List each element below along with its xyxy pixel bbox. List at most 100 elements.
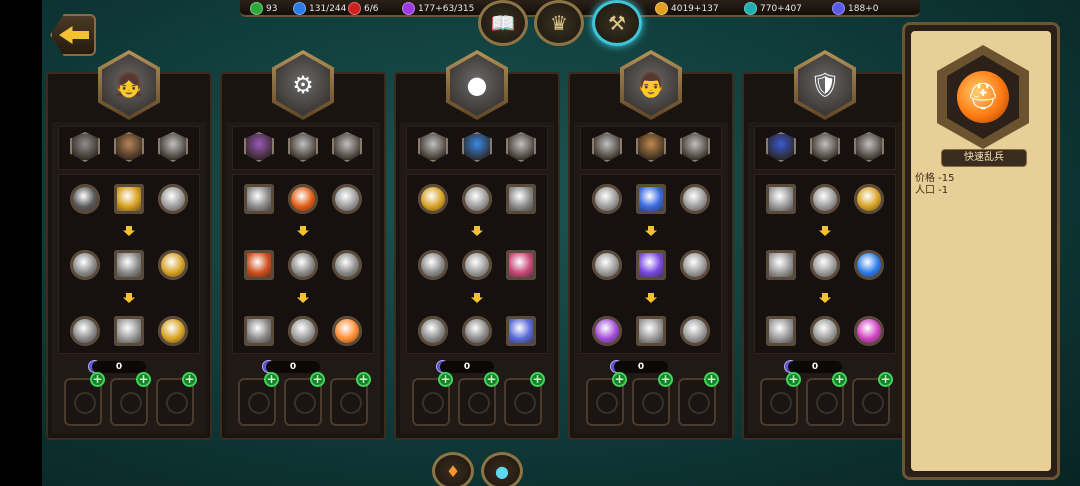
add-slot-plus-icon[interactable]: +	[356, 372, 371, 387]
hero-portrait[interactable]: 👨	[620, 50, 682, 120]
skill-icon[interactable]	[680, 184, 710, 214]
skill-icon[interactable]	[288, 316, 318, 346]
skill-icon[interactable]	[854, 184, 884, 214]
unit-emblem: ⛑	[937, 45, 1029, 149]
skill-icon[interactable]	[854, 316, 884, 346]
add-slot-plus-icon[interactable]: +	[310, 372, 325, 387]
resource-population-value: 131/244	[309, 3, 347, 14]
add-slot-plus-icon[interactable]: +	[484, 372, 499, 387]
panel-parchment: ⛑ 快速乱兵 价格 -15 人口 -1	[911, 31, 1051, 471]
add-slot-plus-icon[interactable]: +	[612, 372, 627, 387]
add-slot-plus-icon[interactable]: +	[136, 372, 151, 387]
back-button[interactable]	[50, 14, 96, 56]
skill-icon[interactable]	[244, 250, 274, 280]
bottom-tab-orange[interactable]: ♦	[432, 452, 474, 486]
skill-icon[interactable]	[114, 250, 144, 280]
girl-hero-icon: 👧	[102, 54, 156, 116]
skill-icon[interactable]	[158, 316, 188, 346]
hammer-icon: ⚒	[608, 11, 626, 35]
skill-icon[interactable]	[244, 184, 274, 214]
red-orb-icon	[348, 2, 361, 15]
catapult-hero-icon: ⚙	[276, 54, 330, 116]
resource-purple: 177+63/315	[402, 2, 474, 15]
skill-icon[interactable]	[592, 184, 622, 214]
skill-icon[interactable]	[70, 316, 100, 346]
resource-gold-value: 4019+137	[671, 3, 719, 14]
letterbox	[0, 0, 42, 486]
resource-mana-value: 188+0	[848, 3, 879, 14]
skill-icon[interactable]	[332, 184, 362, 214]
skill-icon[interactable]	[636, 316, 666, 346]
hero-portrait[interactable]: ⚙	[272, 50, 334, 120]
add-slot-plus-icon[interactable]: +	[786, 372, 801, 387]
hero-portrait[interactable]: ●	[446, 50, 508, 120]
resource-red: 6/6	[348, 2, 378, 15]
skill-icon[interactable]	[70, 250, 100, 280]
tab-book[interactable]: 📖	[478, 0, 528, 46]
skill-icon[interactable]	[114, 316, 144, 346]
tab-hammer[interactable]: ⚒	[592, 0, 642, 46]
resource-gems-value: 770+407	[760, 3, 802, 14]
skill-icon[interactable]	[506, 250, 536, 280]
skill-icon[interactable]	[810, 184, 840, 214]
skill-icon[interactable]	[680, 250, 710, 280]
add-slot-plus-icon[interactable]: +	[878, 372, 893, 387]
resource-mana: 188+0	[832, 2, 878, 15]
skill-icon[interactable]	[288, 184, 318, 214]
skill-icon[interactable]	[810, 316, 840, 346]
skill-icon[interactable]	[158, 184, 188, 214]
skill-icon[interactable]	[418, 316, 448, 346]
unit-detail-panel: ⛑ 快速乱兵 价格 -15 人口 -1	[902, 22, 1060, 480]
skill-icon[interactable]	[244, 316, 274, 346]
cannon-hero-icon: ●	[450, 54, 504, 116]
soldier-hero-icon: 👨	[624, 54, 678, 116]
skill-icon[interactable]	[114, 184, 144, 214]
teal-gem-icon	[744, 2, 757, 15]
skill-icon[interactable]	[70, 184, 100, 214]
tab-emblem[interactable]: ♛	[534, 0, 584, 46]
add-slot-plus-icon[interactable]: +	[264, 372, 279, 387]
bottom-tab-blue[interactable]: ●	[481, 452, 523, 486]
add-slot-plus-icon[interactable]: +	[182, 372, 197, 387]
skill-icon[interactable]	[810, 250, 840, 280]
unit-stat-population: 人口 -1	[915, 185, 949, 196]
skill-icon[interactable]	[418, 184, 448, 214]
skill-icon[interactable]	[636, 184, 666, 214]
add-slot-plus-icon[interactable]: +	[530, 372, 545, 387]
skill-icon[interactable]	[462, 316, 492, 346]
helmet-icon: ●	[495, 461, 509, 481]
resource-xp-value: 93	[266, 3, 278, 14]
add-slot-plus-icon[interactable]: +	[658, 372, 673, 387]
skill-icon[interactable]	[288, 250, 318, 280]
skill-icon[interactable]	[506, 184, 536, 214]
skill-icon[interactable]	[332, 250, 362, 280]
skill-icon[interactable]	[680, 316, 710, 346]
skill-icon[interactable]	[766, 184, 796, 214]
skill-icon[interactable]	[766, 250, 796, 280]
skill-icon[interactable]	[854, 250, 884, 280]
skill-icon[interactable]	[462, 250, 492, 280]
skill-icon[interactable]	[506, 316, 536, 346]
blue-crystal-icon	[832, 2, 845, 15]
purple-orb-icon	[402, 2, 415, 15]
green-leaf-icon	[250, 2, 263, 15]
spartan-helmet-icon: ⛑	[957, 71, 1009, 123]
hero-portrait[interactable]: 🛡	[794, 50, 856, 120]
skill-icon[interactable]	[418, 250, 448, 280]
skill-icon[interactable]	[636, 250, 666, 280]
skill-icon[interactable]	[462, 184, 492, 214]
skill-icon[interactable]	[766, 316, 796, 346]
resource-xp: 93	[250, 2, 277, 15]
add-slot-plus-icon[interactable]: +	[438, 372, 453, 387]
skill-icon[interactable]	[332, 316, 362, 346]
hero-portrait[interactable]: 👧	[98, 50, 160, 120]
skill-icon[interactable]	[158, 250, 188, 280]
add-slot-plus-icon[interactable]: +	[832, 372, 847, 387]
resource-gold: 4019+137	[655, 2, 719, 15]
add-slot-plus-icon[interactable]: +	[90, 372, 105, 387]
skill-icon[interactable]	[592, 250, 622, 280]
add-slot-plus-icon[interactable]: +	[704, 372, 719, 387]
skill-icon[interactable]	[592, 316, 622, 346]
book-icon: 📖	[490, 11, 516, 35]
blue-person-icon	[293, 2, 306, 15]
